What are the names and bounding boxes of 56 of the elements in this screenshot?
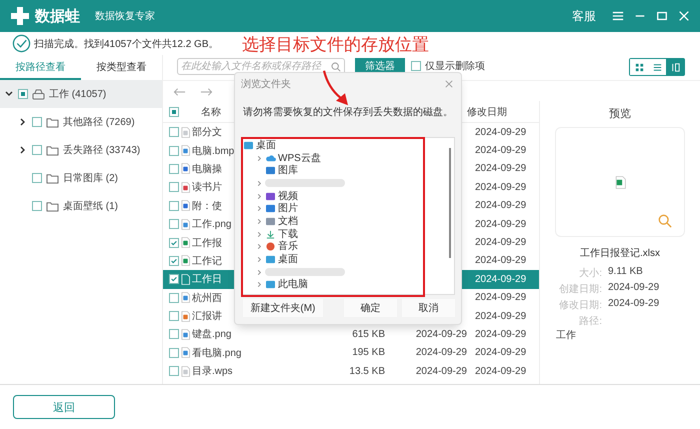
file-name: 电脑.bmp bbox=[192, 144, 234, 158]
annotation-text: 选择目标文件的存放位置 bbox=[242, 34, 429, 56]
file-name: 看电脑.png bbox=[192, 346, 242, 360]
file-name: 工作.png bbox=[192, 218, 232, 232]
tree-label: 工作 (41057) bbox=[49, 88, 106, 101]
scan-status: 扫描完成。找到41057个文件共12.2 GB。 bbox=[34, 38, 218, 50]
file-name: 部分文 bbox=[192, 126, 222, 140]
modified-date: 2024-09-29 bbox=[475, 237, 528, 248]
modified-date: 2024-09-29 bbox=[475, 292, 528, 304]
detail-value: 2024-09-29 bbox=[608, 282, 660, 295]
app-name: 数据蛙 bbox=[35, 6, 80, 26]
tree-label: 日常图库 (2) bbox=[63, 172, 118, 185]
file-path: 工作 bbox=[556, 329, 576, 342]
detail-value: 9.11 KB bbox=[608, 266, 644, 279]
modified-date: 2024-09-29 bbox=[475, 310, 528, 322]
modified-date: 2024-09-29 bbox=[475, 366, 528, 377]
modified-date: 2024-09-29 bbox=[475, 347, 528, 358]
file-name: 工作日 bbox=[192, 273, 222, 286]
detail-label: 大小: bbox=[578, 266, 602, 280]
file-name: 键盘.png bbox=[192, 328, 232, 342]
modified-date: 2024-09-29 bbox=[475, 200, 528, 212]
dialog-message: 请勿将需要恢复的文件保存到丢失数据的磁盘。 bbox=[243, 106, 454, 119]
created-date: 2024-09-29 bbox=[414, 366, 467, 377]
dialog-title: 浏览文件夹 bbox=[241, 78, 291, 91]
modified-date: 2024-09-29 bbox=[475, 163, 528, 174]
file-name: 目录.wps bbox=[192, 365, 233, 378]
file-name: 杭州西 bbox=[192, 292, 222, 305]
app-subtitle: 数据恢复专家 bbox=[95, 10, 155, 23]
created-date: 2024-09-29 bbox=[414, 347, 467, 358]
file-name: 读书片 bbox=[192, 180, 222, 194]
modified-date: 2024-09-29 bbox=[475, 182, 528, 193]
file-name: 汇报讲 bbox=[192, 310, 222, 324]
created-date: 2024-09-29 bbox=[414, 328, 467, 340]
tree-label: 桌面壁纸 (1) bbox=[63, 200, 118, 213]
detail-value: 2024-09-29 bbox=[608, 298, 660, 311]
file-name: 工作记 bbox=[192, 254, 222, 268]
preview-file-name: 工作日报登记.xlsx bbox=[580, 246, 660, 260]
modified-date: 2024-09-29 bbox=[475, 274, 528, 285]
modified-date: 2024-09-29 bbox=[475, 255, 528, 266]
modified-date: 2024-09-29 bbox=[475, 126, 528, 138]
file-size: 13.5 KB bbox=[348, 366, 385, 377]
tree-label: 其他路径 (7269) bbox=[63, 116, 135, 129]
file-size: 195 KB bbox=[351, 347, 385, 358]
modified-date: 2024-09-29 bbox=[475, 145, 528, 156]
file-name: 附：使 bbox=[192, 200, 222, 213]
detail-label: 创建日期: bbox=[558, 282, 602, 296]
detail-label: 修改日期: bbox=[558, 298, 602, 312]
file-name: 电脑操 bbox=[192, 162, 222, 176]
checkbox-label: 仅显示删除项 bbox=[425, 60, 485, 73]
tree-label: 丢失路径 (33743) bbox=[63, 144, 140, 157]
file-size: 615 KB bbox=[351, 328, 385, 340]
preview-title: 预览 bbox=[609, 107, 631, 121]
modified-date: 2024-09-29 bbox=[475, 328, 528, 340]
detail-label: 路径: bbox=[578, 315, 602, 328]
file-name: 工作报 bbox=[192, 236, 222, 250]
modified-date: 2024-09-29 bbox=[475, 218, 528, 230]
